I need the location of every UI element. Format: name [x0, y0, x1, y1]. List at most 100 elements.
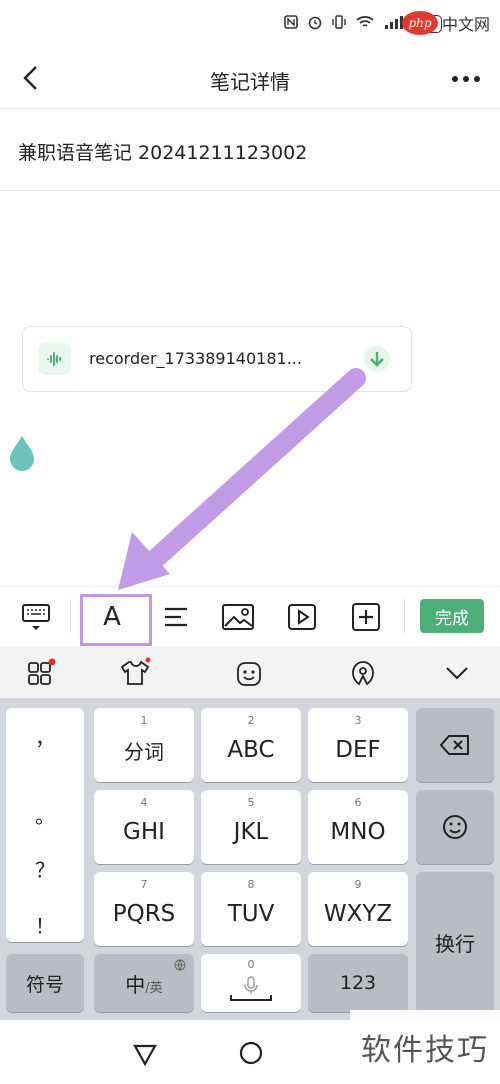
- site-badge: php 中文网: [402, 8, 492, 38]
- toolbar-separator: [404, 599, 405, 633]
- insert-image-button[interactable]: [218, 597, 258, 637]
- more-icon-dot: [474, 76, 480, 82]
- key-label: ABC: [227, 737, 275, 763]
- keyboard-function-bar: [0, 646, 500, 698]
- triangle-back-icon: [133, 1044, 157, 1067]
- page-title: 笔记详情: [210, 70, 290, 94]
- image-icon: [222, 604, 254, 630]
- nfc-icon: [283, 14, 299, 34]
- key-label: WXYZ: [323, 901, 393, 927]
- audio-attachment[interactable]: recorder_173389140181...: [22, 326, 412, 392]
- more-options-button[interactable]: [448, 64, 484, 94]
- water-drop-icon: [10, 436, 34, 471]
- lang-main-label: 中: [125, 972, 146, 997]
- key-number: 5: [247, 796, 255, 809]
- key-label: GHI: [123, 819, 165, 845]
- align-left-icon: [165, 607, 187, 627]
- punct-period-key[interactable]: 。: [6, 800, 84, 829]
- lang-sub-label: /英: [145, 980, 163, 996]
- key-4[interactable]: 4 GHI: [94, 790, 194, 864]
- insert-more-button[interactable]: [346, 597, 386, 637]
- key-number: 2: [247, 714, 255, 727]
- key-number: 0: [247, 958, 255, 971]
- symbol-key[interactable]: 符号: [6, 954, 84, 1012]
- number-mode-label: 123: [339, 972, 377, 994]
- floating-drop-button[interactable]: [6, 432, 38, 472]
- chevron-down-icon: [446, 667, 468, 680]
- done-button[interactable]: 完成: [420, 599, 484, 633]
- space-key[interactable]: 0: [201, 954, 301, 1012]
- alarm-icon: [307, 14, 323, 34]
- keyboard-hide-icon: [22, 604, 50, 630]
- download-button[interactable]: [363, 345, 391, 373]
- wifi-icon: [355, 14, 375, 34]
- key-2[interactable]: 2 ABC: [201, 708, 301, 782]
- t9-keyboard: ， 。 ？ ！ 1 分词 2 ABC 3 DEF 4 GHI 5 JKL 6 M…: [0, 698, 500, 1020]
- key-number: 6: [354, 796, 362, 809]
- apps-grid-button[interactable]: [24, 656, 58, 690]
- emoji-key[interactable]: [416, 790, 494, 864]
- more-icon-dot: [463, 76, 469, 82]
- nav-back-button[interactable]: [130, 1038, 160, 1068]
- video-play-icon: [288, 604, 316, 630]
- title-divider: [0, 190, 500, 191]
- watermark: 软件技巧: [350, 1010, 500, 1084]
- align-button[interactable]: [156, 597, 196, 637]
- key-9[interactable]: 9 WXYZ: [308, 872, 408, 946]
- plus-box-icon: [352, 603, 380, 631]
- punct-exclaim-key[interactable]: ！: [6, 910, 84, 939]
- number-mode-key[interactable]: 123: [308, 954, 408, 1012]
- language-switch-key[interactable]: 中 /英: [94, 954, 194, 1012]
- sticker-face-icon: [237, 662, 261, 686]
- globe-icon: [174, 959, 186, 971]
- site-logo: php: [402, 11, 438, 35]
- grid-icon: [28, 658, 56, 685]
- key-7[interactable]: 7 PQRS: [94, 872, 194, 946]
- tshirt-icon: [120, 657, 151, 685]
- circle-home-icon: [239, 1041, 263, 1065]
- enter-key-label: 换行: [435, 931, 475, 956]
- key-3[interactable]: 3 DEF: [308, 708, 408, 782]
- attachment-name: recorder_173389140181...: [89, 349, 302, 368]
- microphone-space-icon: [230, 976, 272, 1001]
- download-icon: [364, 346, 390, 372]
- key-label: MNO: [330, 819, 386, 845]
- punct-comma-key[interactable]: ，: [6, 722, 84, 751]
- key-label: PQRS: [112, 901, 176, 927]
- key-number: 1: [140, 714, 148, 727]
- key-number: 8: [247, 878, 255, 891]
- key-number: 4: [140, 796, 148, 809]
- page-header: 笔记详情: [0, 50, 500, 109]
- assistant-icon: [352, 661, 374, 686]
- symbol-key-label: 符号: [25, 973, 64, 996]
- smiley-icon: [443, 815, 467, 839]
- key-number: 7: [140, 878, 148, 891]
- note-title[interactable]: 兼职语音笔记 20241211123002: [18, 138, 307, 165]
- enter-key[interactable]: 换行: [416, 872, 494, 1012]
- toolbar-separator: [70, 599, 71, 633]
- editor-toolbar: A 完成: [0, 586, 500, 645]
- voice-assistant-button[interactable]: [346, 656, 380, 690]
- audio-file-icon: [39, 343, 71, 375]
- highlight-box: [80, 594, 152, 646]
- status-bar: 76 php 中文网: [0, 0, 500, 50]
- nav-home-button[interactable]: [236, 1038, 266, 1068]
- key-number: 9: [354, 878, 362, 891]
- key-label: DEF: [335, 737, 381, 763]
- backspace-key[interactable]: [416, 708, 494, 782]
- key-6[interactable]: 6 MNO: [308, 790, 408, 864]
- punctuation-column[interactable]: ， 。 ？ ！: [6, 708, 84, 942]
- skin-button[interactable]: [118, 656, 152, 690]
- vibrate-icon: [331, 14, 347, 34]
- key-1[interactable]: 1 分词: [94, 708, 194, 782]
- more-icon: [452, 76, 458, 82]
- key-5[interactable]: 5 JKL: [201, 790, 301, 864]
- key-8[interactable]: 8 TUV: [201, 872, 301, 946]
- site-name: 中文网: [442, 15, 491, 34]
- keyboard-toggle-button[interactable]: [16, 597, 56, 637]
- emoji-sticker-button[interactable]: [232, 656, 266, 690]
- collapse-keyboard-button[interactable]: [440, 656, 474, 690]
- insert-video-button[interactable]: [282, 597, 322, 637]
- punct-question-key[interactable]: ？: [6, 854, 84, 883]
- backspace-icon: [439, 735, 469, 755]
